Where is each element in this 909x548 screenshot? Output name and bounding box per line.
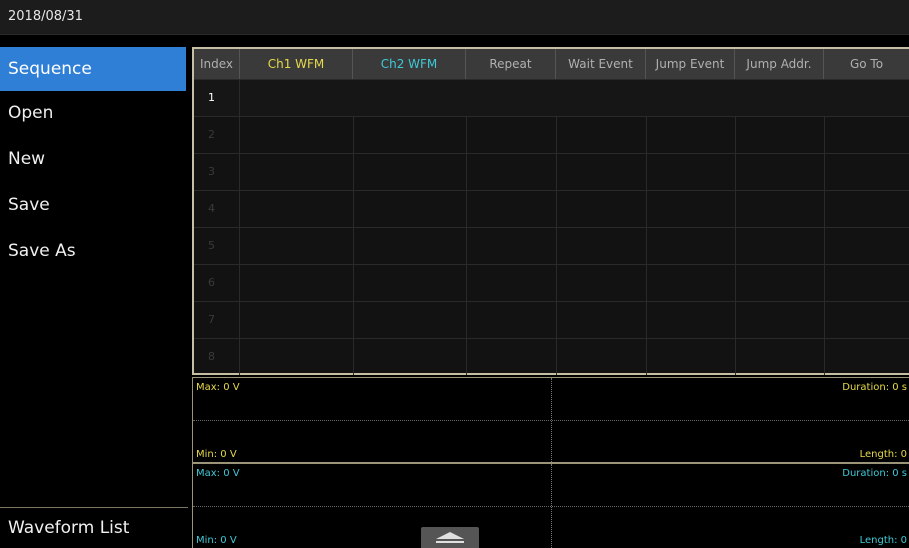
table-row[interactable]: 7 [194,301,909,338]
row-index: 4 [194,191,240,227]
table-row[interactable]: 1 [194,79,909,116]
date-display: 2018/08/31 [8,9,83,24]
table-row[interactable]: 8 [194,338,909,375]
ch2-max-label: Max: 0 V [196,468,240,479]
ch2-length-label: Length: 0 [859,535,907,546]
table-row[interactable]: 6 [194,264,909,301]
table-row[interactable]: 2 [194,116,909,153]
header-index[interactable]: Index [194,49,240,79]
menu-item-save-as[interactable]: Save As [0,229,186,273]
ch1-waveform-preview: Max: 0 V Min: 0 V Duration: 0 s Length: … [192,377,909,463]
header-ch2-wfm[interactable]: Ch2 WFM [353,49,466,79]
menu-item-sequence[interactable]: Sequence [0,47,186,91]
menu-item-save[interactable]: Save [0,183,186,227]
ch1-min-label: Min: 0 V [196,449,237,460]
vertical-gridline [551,378,552,462]
table-row[interactable]: 4 [194,190,909,227]
row-index: 6 [194,265,240,301]
vertical-gridline [551,464,552,548]
header-jump-event[interactable]: Jump Event [646,49,735,79]
row-index: 3 [194,154,240,190]
table-header: Index Ch1 WFM Ch2 WFM Repeat Wait Event … [194,49,909,79]
row-index: 5 [194,228,240,264]
table-row[interactable]: 3 [194,153,909,190]
ch1-max-label: Max: 0 V [196,382,240,393]
ch2-min-label: Min: 0 V [196,535,237,546]
header-wait-event[interactable]: Wait Event [556,49,646,79]
waveform-list-button[interactable]: Waveform List [0,507,188,548]
row-index: 2 [194,117,240,153]
row-index: 1 [194,80,240,116]
table-row[interactable]: 5 [194,227,909,264]
row-index: 7 [194,302,240,338]
header-jump-addr[interactable]: Jump Addr. [735,49,824,79]
header-go-to[interactable]: Go To [824,49,909,79]
row-index: 8 [194,339,240,375]
ch1-duration-label: Duration: 0 s [842,382,907,393]
menu-item-open[interactable]: Open [0,91,186,135]
chevron-up-icon [436,532,464,543]
ch1-length-label: Length: 0 [859,449,907,460]
expand-panel-button[interactable] [421,527,479,548]
ch2-waveform-preview: Max: 0 V Min: 0 V Duration: 0 s Length: … [192,463,909,548]
header-ch1-wfm[interactable]: Ch1 WFM [240,49,353,79]
sidebar-menu: Sequence Open New Save Save As Waveform … [0,47,188,548]
ch2-duration-label: Duration: 0 s [842,468,907,479]
menu-item-new[interactable]: New [0,137,186,181]
header-repeat[interactable]: Repeat [466,49,556,79]
sequence-table: Index Ch1 WFM Ch2 WFM Repeat Wait Event … [192,47,909,375]
top-bar: 2018/08/31 [0,0,909,35]
